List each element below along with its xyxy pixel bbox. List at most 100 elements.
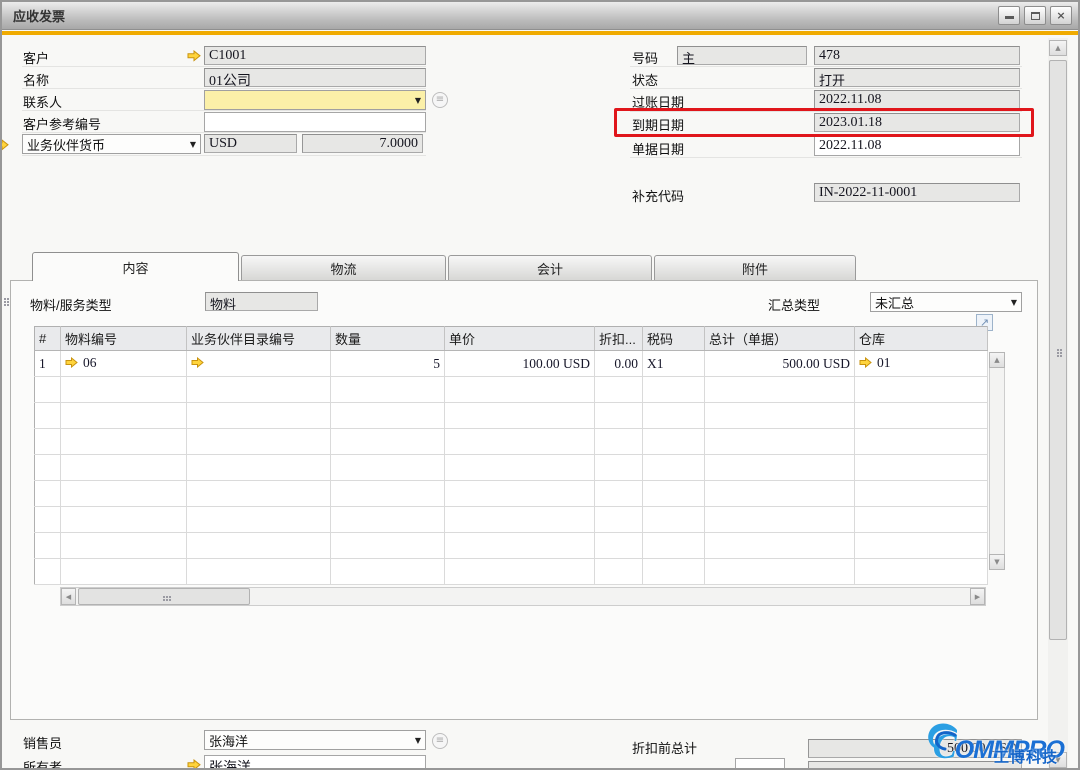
table-cell[interactable] [595, 559, 643, 585]
table-cell[interactable] [705, 533, 855, 559]
table-cell[interactable] [35, 455, 61, 481]
title-bar[interactable]: 应收发票 × [2, 2, 1078, 30]
link-arrow-icon[interactable] [187, 758, 201, 770]
table-cell[interactable] [643, 507, 705, 533]
table-cell[interactable] [643, 559, 705, 585]
column-header[interactable]: 业务伙伴目录编号 [187, 327, 331, 351]
exchange-rate-field[interactable]: 7.0000 [302, 134, 423, 153]
tab-accounting[interactable]: 会计 [448, 255, 652, 280]
table-cell[interactable] [643, 455, 705, 481]
table-cell[interactable] [61, 377, 187, 403]
table-cell[interactable] [595, 377, 643, 403]
table-cell[interactable] [643, 533, 705, 559]
due-date-field[interactable]: 2023.01.18 [814, 113, 1020, 132]
scrollbar-track[interactable] [989, 352, 1005, 570]
table-cell[interactable] [705, 403, 855, 429]
table-cell[interactable] [61, 481, 187, 507]
table-cell[interactable] [855, 507, 988, 533]
table-cell[interactable] [595, 403, 643, 429]
maximize-button[interactable] [1024, 6, 1046, 25]
currency-field[interactable]: USD [204, 134, 297, 153]
table-cell[interactable] [61, 507, 187, 533]
table-cell[interactable] [855, 559, 988, 585]
window-vertical-scrollbar[interactable]: ▲ ▼ [1048, 38, 1068, 770]
table-cell[interactable] [35, 403, 61, 429]
column-header[interactable]: 仓库 [855, 327, 988, 351]
sales-employee-combo[interactable]: 张海洋 ▼ [204, 730, 426, 750]
number-series-field[interactable]: 主 [677, 46, 807, 65]
table-cell[interactable] [445, 377, 595, 403]
table-cell[interactable] [705, 481, 855, 507]
table-cell[interactable] [705, 429, 855, 455]
table-cell[interactable] [35, 429, 61, 455]
scroll-up-button[interactable]: ▲ [989, 352, 1005, 368]
column-header[interactable]: 数量 [331, 327, 445, 351]
table-cell[interactable] [643, 481, 705, 507]
table-cell[interactable] [855, 533, 988, 559]
number-field[interactable]: 478 [814, 46, 1020, 65]
document-date-field[interactable]: 2022.11.08 [814, 136, 1020, 156]
item-service-type-field[interactable]: 物料 [205, 292, 318, 311]
table-cell[interactable] [35, 507, 61, 533]
table-cell[interactable] [445, 429, 595, 455]
contact-menu-icon[interactable]: ≡ [432, 92, 448, 108]
table-cell[interactable] [331, 533, 445, 559]
table-cell[interactable] [61, 455, 187, 481]
table-cell[interactable] [643, 429, 705, 455]
close-button[interactable]: × [1050, 6, 1072, 25]
contact-combo[interactable]: ▼ [204, 90, 426, 110]
table-cell[interactable] [595, 507, 643, 533]
tab-attachments[interactable]: 附件 [654, 255, 856, 280]
table-cell[interactable] [445, 481, 595, 507]
table-cell[interactable] [705, 455, 855, 481]
table-cell[interactable] [187, 507, 331, 533]
table-cell[interactable]: 1 [35, 351, 61, 377]
table-cell[interactable] [187, 377, 331, 403]
table-cell[interactable] [187, 533, 331, 559]
table-cell[interactable] [61, 533, 187, 559]
link-arrow-icon[interactable] [187, 49, 201, 61]
table-cell[interactable]: 5 [331, 351, 445, 377]
table-cell[interactable] [331, 455, 445, 481]
table-cell[interactable] [855, 481, 988, 507]
scroll-right-button[interactable]: ▶ [970, 588, 985, 605]
table-cell[interactable] [445, 455, 595, 481]
table-cell[interactable] [595, 455, 643, 481]
sales-employee-menu-icon[interactable]: ≡ [432, 733, 448, 749]
column-header[interactable]: 总计（单据） [705, 327, 855, 351]
scroll-up-button[interactable]: ▲ [1049, 40, 1067, 56]
table-cell[interactable] [331, 377, 445, 403]
posting-date-field[interactable]: 2022.11.08 [814, 90, 1020, 109]
table-cell[interactable] [705, 559, 855, 585]
summary-type-combo[interactable]: 未汇总 ▼ [870, 292, 1022, 312]
table-cell[interactable] [35, 559, 61, 585]
table-horizontal-scrollbar[interactable]: ◀ ▶ [60, 587, 986, 606]
table-cell[interactable] [187, 455, 331, 481]
table-cell[interactable] [445, 533, 595, 559]
minimize-button[interactable] [998, 6, 1020, 25]
table-cell[interactable] [187, 559, 331, 585]
table-cell[interactable] [35, 533, 61, 559]
scroll-down-button[interactable]: ▼ [1049, 752, 1067, 768]
scroll-down-button[interactable]: ▼ [989, 554, 1005, 570]
tab-logistics[interactable]: 物流 [241, 255, 446, 280]
tab-contents[interactable]: 内容 [32, 252, 239, 281]
table-cell[interactable]: 100.00 USD [445, 351, 595, 377]
table-cell[interactable] [855, 455, 988, 481]
column-header[interactable]: 税码 [643, 327, 705, 351]
table-cell[interactable] [855, 403, 988, 429]
table-cell[interactable] [595, 533, 643, 559]
table-cell[interactable] [445, 507, 595, 533]
table-cell[interactable]: 01 [855, 351, 988, 377]
owner-field[interactable]: 张海洋 [204, 755, 426, 770]
table-cell[interactable] [187, 429, 331, 455]
link-arrow-icon[interactable] [191, 356, 204, 372]
table-cell[interactable] [445, 403, 595, 429]
table-cell[interactable] [61, 403, 187, 429]
bp-currency-combo[interactable]: 业务伙伴货币 ▼ [22, 134, 201, 154]
name-field[interactable]: 01公司 [204, 68, 426, 87]
table-cell[interactable] [705, 507, 855, 533]
link-arrow-icon[interactable] [859, 356, 872, 372]
table-cell[interactable]: X1 [643, 351, 705, 377]
table-cell[interactable] [331, 429, 445, 455]
